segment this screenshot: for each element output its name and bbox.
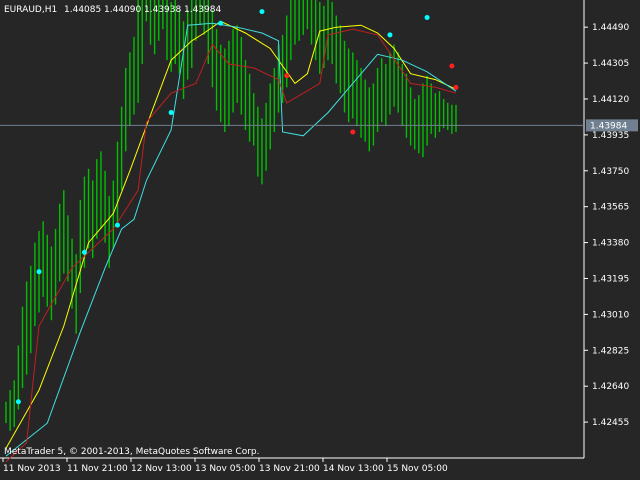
time-tick-label: 15 Nov 05:00 (387, 464, 448, 474)
time-tick-label: 14 Nov 13:00 (323, 464, 384, 474)
signal-marker (284, 73, 290, 79)
signal-marker (15, 399, 21, 405)
symbol-timeframe: EURAUD,H1 (4, 5, 57, 15)
price-tick-label: 1.42455 (592, 418, 629, 428)
price-tick-label: 1.43380 (592, 239, 629, 249)
price-tick-label: 1.43750 (592, 167, 629, 177)
signal-marker (81, 249, 87, 255)
price-tick-label: 1.43565 (592, 203, 629, 213)
signal-marker (259, 9, 265, 15)
time-tick-label: 13 Nov 05:00 (195, 464, 256, 474)
ohlc-high: 1.44090 (104, 5, 141, 15)
price-chart[interactable]: 1.448601.446751.444901.443051.441201.439… (0, 0, 640, 480)
current-price-label: 1.43984 (590, 121, 627, 131)
signal-marker (36, 269, 42, 275)
signal-marker (114, 222, 120, 228)
price-tick-label: 1.44490 (592, 23, 629, 33)
signal-marker (168, 110, 174, 116)
signal-marker (350, 129, 356, 135)
signal-marker (218, 20, 224, 26)
ohlc-open: 1.44085 (64, 5, 101, 15)
ohlc-close: 1.43984 (184, 5, 221, 15)
chart-window[interactable]: 1.448601.446751.444901.443051.441201.439… (0, 0, 640, 480)
signal-marker (387, 32, 393, 38)
price-tick-label: 1.43010 (592, 310, 629, 320)
signal-marker (449, 63, 455, 69)
price-tick-label: 1.43935 (592, 131, 629, 141)
price-tick-label: 1.42640 (592, 382, 629, 392)
price-tick-label: 1.44305 (592, 59, 629, 69)
signal-marker (424, 14, 430, 20)
copyright-text: MetaTrader 5, © 2001-2013, MetaQuotes So… (4, 447, 260, 457)
time-tick-label: 12 Nov 13:00 (131, 464, 192, 474)
ohlc-low: 1.43938 (144, 5, 181, 15)
price-tick-label: 1.42825 (592, 346, 629, 356)
time-tick-label: 13 Nov 21:00 (259, 464, 320, 474)
signal-marker (453, 84, 459, 90)
price-tick-label: 1.43195 (592, 274, 629, 284)
current-price-tag: 1.43984 (586, 119, 638, 132)
price-tick-label: 1.44120 (592, 95, 629, 105)
time-tick-label: 11 Nov 21:00 (67, 464, 128, 474)
time-tick-label: 11 Nov 2013 (3, 464, 61, 474)
